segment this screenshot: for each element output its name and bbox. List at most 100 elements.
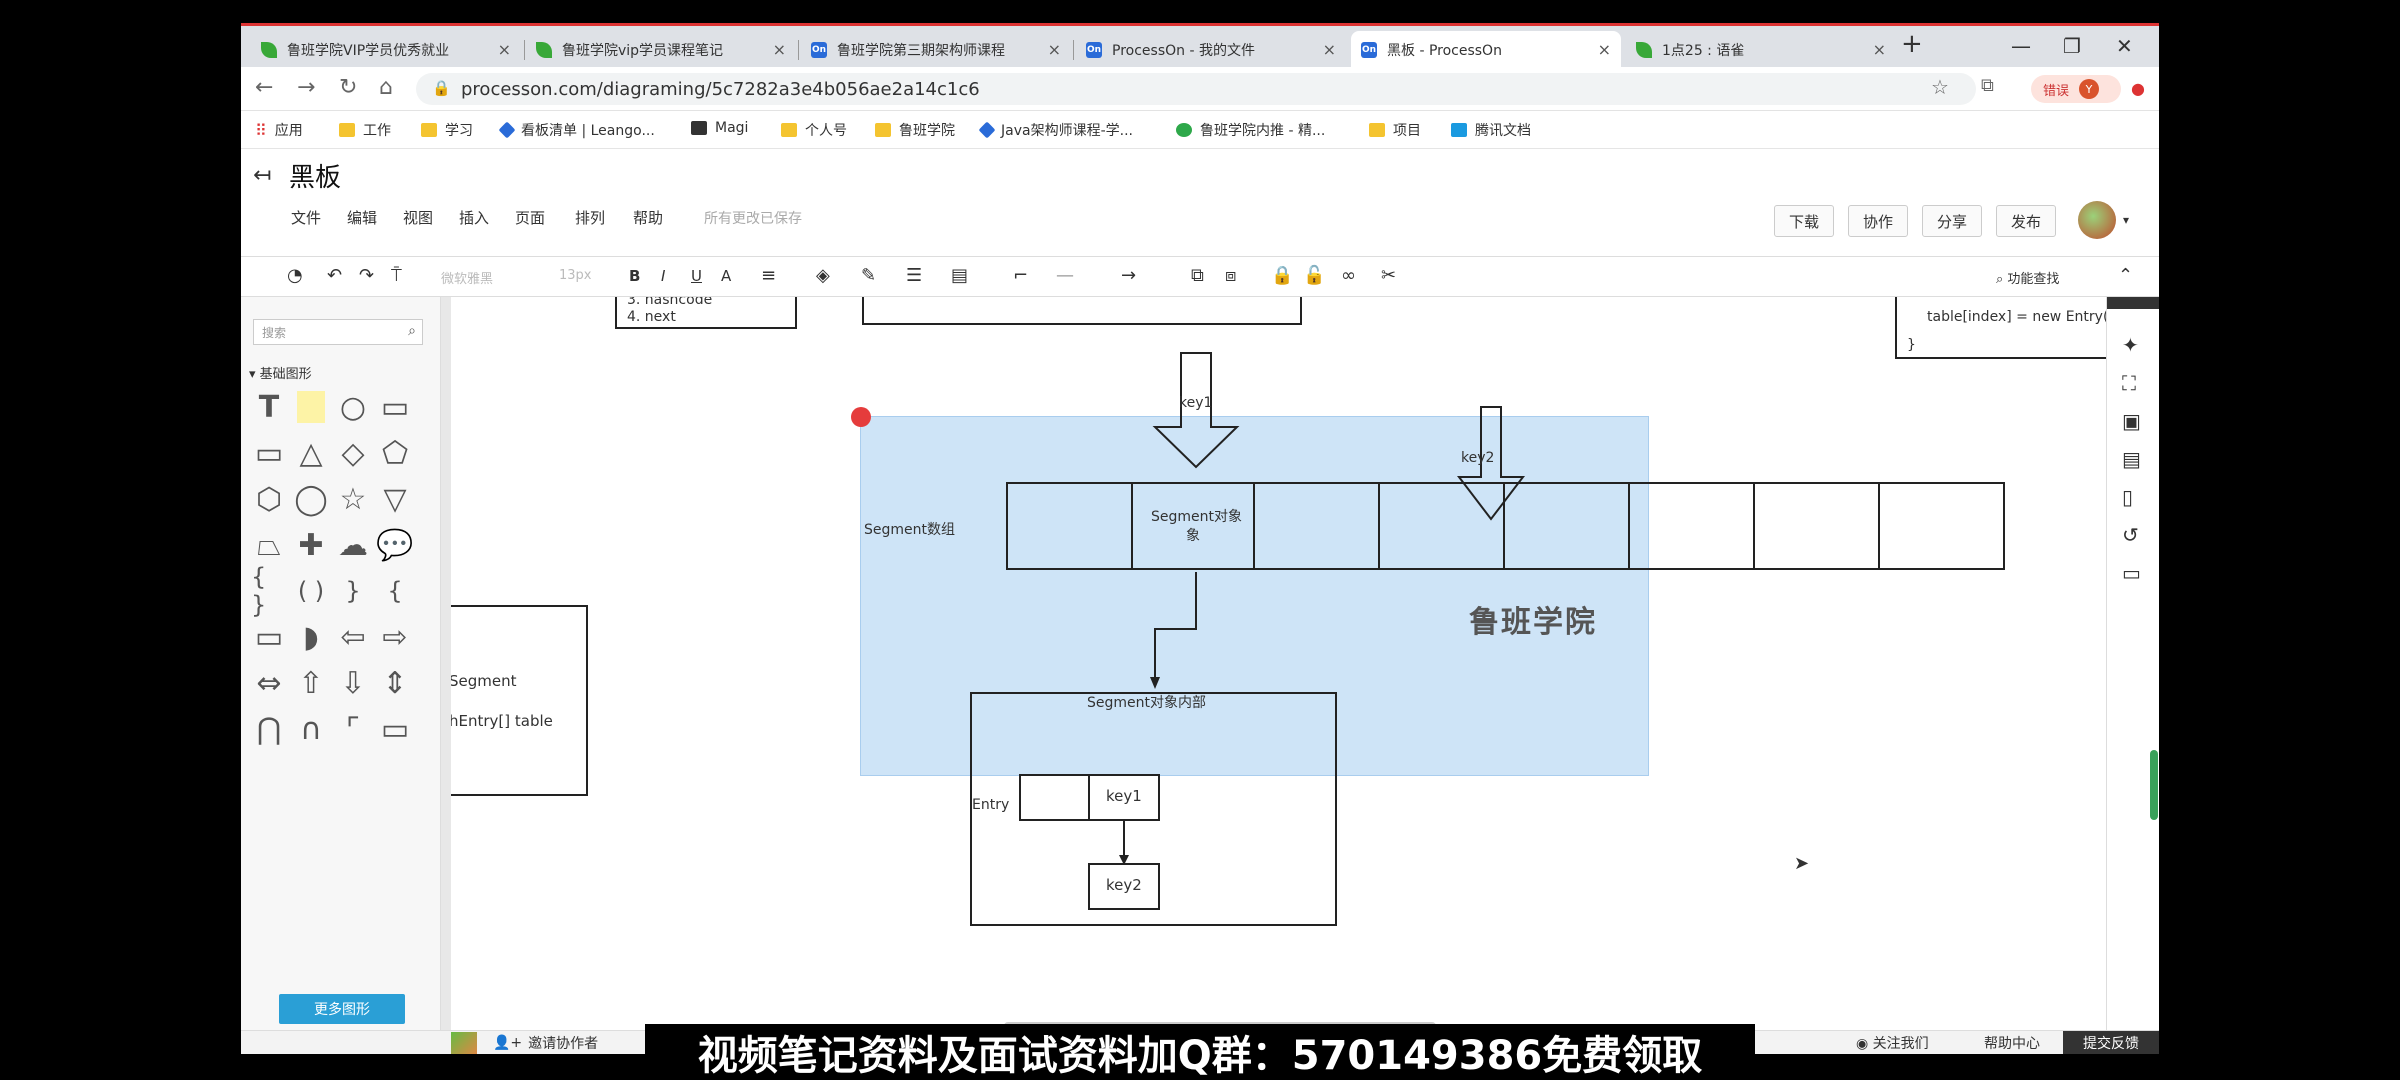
italic-icon[interactable]: I xyxy=(661,267,665,285)
menu-insert[interactable]: 插入 xyxy=(459,207,489,228)
help-center-link[interactable]: 帮助中心 xyxy=(1984,1033,2040,1053)
text-shape-icon[interactable]: T xyxy=(251,389,287,425)
font-size-select[interactable]: 13px xyxy=(559,268,592,283)
bookmark-apps[interactable]: ⠿ 应用 xyxy=(255,120,303,140)
image-icon[interactable]: ⛶ xyxy=(2122,371,2136,395)
bookmark-tencent-docs[interactable]: 腾讯文档 xyxy=(1451,120,1531,140)
share-button[interactable]: 分享 xyxy=(1922,205,1983,237)
reload-icon[interactable]: ↻ xyxy=(339,75,357,100)
back-layer-icon[interactable]: ⧈ xyxy=(1225,265,1236,286)
more-shapes-button[interactable]: 更多图形 xyxy=(279,994,405,1024)
entry-cell[interactable] xyxy=(1019,774,1090,821)
rounded-rect-shape-icon[interactable]: ▭ xyxy=(251,435,287,471)
extension-icon[interactable]: ⧉ xyxy=(1981,75,1994,96)
line-color-icon[interactable]: ✎ xyxy=(861,265,876,286)
link-icon[interactable]: ∞ xyxy=(1341,265,1356,286)
feedback-button[interactable]: 提交反馈 xyxy=(2063,1031,2159,1054)
section-basic-shapes[interactable]: ▾ 基础图形 xyxy=(249,363,312,382)
bookmark-referral[interactable]: 鲁班学院内推 - 精... xyxy=(1176,120,1325,140)
brush-icon[interactable]: ⍑ xyxy=(391,265,402,286)
bold-icon[interactable]: B xyxy=(629,267,640,285)
menu-edit[interactable]: 编辑 xyxy=(347,207,377,228)
diagram-canvas[interactable]: 3. hashcode 4. next table[index] = new E… xyxy=(451,297,2106,1030)
url-input[interactable]: 🔒 processon.com/diagraming/5c7282a3e4b05… xyxy=(416,73,1976,105)
segment-detail-box[interactable] xyxy=(451,605,588,796)
banner-shape-icon[interactable]: ⏢ xyxy=(251,527,287,563)
home-icon[interactable]: ⌂ xyxy=(379,75,393,100)
unlock-icon[interactable]: 🔓 xyxy=(1303,265,1325,286)
menu-file[interactable]: 文件 xyxy=(291,207,321,228)
bookmark-project[interactable]: 项目 xyxy=(1369,120,1421,140)
magic-icon[interactable]: ✂ xyxy=(1381,265,1396,286)
u-arrow-shape-icon[interactable]: ⋂ xyxy=(251,711,287,747)
close-icon[interactable]: × xyxy=(1598,40,1611,59)
format-painter-icon[interactable]: ◔ xyxy=(287,265,303,286)
brace-shape-icon[interactable]: { } xyxy=(251,563,287,619)
star-shape-icon[interactable]: ☆ xyxy=(335,481,371,517)
bookmark-luban[interactable]: 鲁班学院 xyxy=(875,120,955,140)
font-family-select[interactable]: 微软雅黑 xyxy=(441,268,493,287)
close-icon[interactable]: × xyxy=(1323,40,1336,59)
left-brace-shape-icon[interactable]: { xyxy=(377,573,413,609)
style-icon[interactable]: ✦ xyxy=(2122,333,2139,357)
front-icon[interactable]: ⧉ xyxy=(1191,265,1204,286)
menu-icon[interactable]: ● xyxy=(2131,79,2145,98)
page-icon[interactable]: ▤ xyxy=(2122,447,2141,471)
new-tab-button[interactable]: + xyxy=(1901,29,1923,59)
octagon-shape-icon[interactable]: ◯ xyxy=(293,481,329,517)
star-icon[interactable]: ☆ xyxy=(1931,75,1949,99)
cloud-shape-icon[interactable]: ☁ xyxy=(335,527,371,563)
double-arrow-shape-icon[interactable]: ⇔ xyxy=(251,665,287,701)
tab-2[interactable]: 鲁班学院vip学员课程笔记 × xyxy=(526,31,796,68)
minimize-icon[interactable]: — xyxy=(2011,34,2031,58)
bookmark-study[interactable]: 学习 xyxy=(421,120,473,140)
inverted-triangle-shape-icon[interactable]: ▽ xyxy=(377,481,413,517)
caret-down-icon[interactable]: ▾ xyxy=(2123,213,2129,227)
close-icon[interactable]: × xyxy=(498,40,511,59)
follow-us-link[interactable]: ◉ 关注我们 xyxy=(1856,1033,1929,1053)
page-scrollbar[interactable] xyxy=(2150,750,2158,820)
feature-search[interactable]: ⌕ 功能查找 xyxy=(1996,268,2059,287)
bracket-shape-icon[interactable]: ( ) xyxy=(293,573,329,609)
lock-icon[interactable]: 🔒 xyxy=(1271,265,1293,286)
callout-shape-icon[interactable]: 💬 xyxy=(376,527,413,563)
right-arrow-shape-icon[interactable]: ⇨ xyxy=(377,619,413,655)
circle-shape-icon[interactable]: ○ xyxy=(335,389,371,425)
maximize-icon[interactable]: ❐ xyxy=(2063,34,2081,58)
connector-icon[interactable]: ⌐ xyxy=(1013,265,1028,286)
bookmark-personal[interactable]: 个人号 xyxy=(781,120,847,140)
tab-5-active[interactable]: On 黑板 - ProcessOn × xyxy=(1351,31,1621,68)
line-style-icon[interactable]: ▤ xyxy=(951,265,968,286)
tape-shape-icon[interactable]: ▭ xyxy=(251,619,287,655)
close-icon[interactable]: × xyxy=(1873,40,1886,59)
window-close-icon[interactable]: ✕ xyxy=(2116,34,2133,58)
close-icon[interactable]: × xyxy=(773,40,786,59)
redo-icon[interactable]: ↷ xyxy=(359,265,374,286)
avatar[interactable] xyxy=(2078,201,2116,239)
undo-icon[interactable]: ↶ xyxy=(327,265,342,286)
close-icon[interactable]: × xyxy=(1048,40,1061,59)
triangle-shape-icon[interactable]: △ xyxy=(293,435,329,471)
file-icon[interactable]: ▯ xyxy=(2122,485,2133,509)
font-color-icon[interactable]: A xyxy=(721,267,731,285)
menu-view[interactable]: 视图 xyxy=(403,207,433,228)
forward-icon[interactable]: → xyxy=(297,75,315,100)
publish-button[interactable]: 发布 xyxy=(1996,205,2057,237)
curved-arrow-shape-icon[interactable]: ∩ xyxy=(293,711,329,747)
hexagon-shape-icon[interactable]: ⬡ xyxy=(251,481,287,517)
data-icon[interactable]: ▣ xyxy=(2122,409,2141,433)
line-type-icon[interactable]: — xyxy=(1056,265,1074,286)
document-title[interactable]: 黑板 xyxy=(289,157,341,194)
tab-1[interactable]: 鲁班学院VIP学员优秀就业 × xyxy=(251,31,521,68)
menu-help[interactable]: 帮助 xyxy=(633,207,663,228)
diamond-shape-icon[interactable]: ◇ xyxy=(335,435,371,471)
bookmark-java[interactable]: Java架构师课程-学... xyxy=(978,120,1133,140)
invite-collaborators-button[interactable]: 👤+ 邀请协作者 xyxy=(451,1031,598,1054)
shape-search-input[interactable]: 搜索 ⌕ xyxy=(253,319,423,345)
tab-3[interactable]: On 鲁班学院第三期架构师课程 × xyxy=(801,31,1071,68)
up-arrow-shape-icon[interactable]: ⇧ xyxy=(293,665,329,701)
cross-shape-icon[interactable]: ✚ xyxy=(293,527,329,563)
rectangle-shape-icon[interactable]: ▭ xyxy=(377,389,413,425)
document-shape-icon[interactable]: ◗ xyxy=(293,619,329,655)
plain-rect-shape-icon[interactable]: ▭ xyxy=(377,711,413,747)
